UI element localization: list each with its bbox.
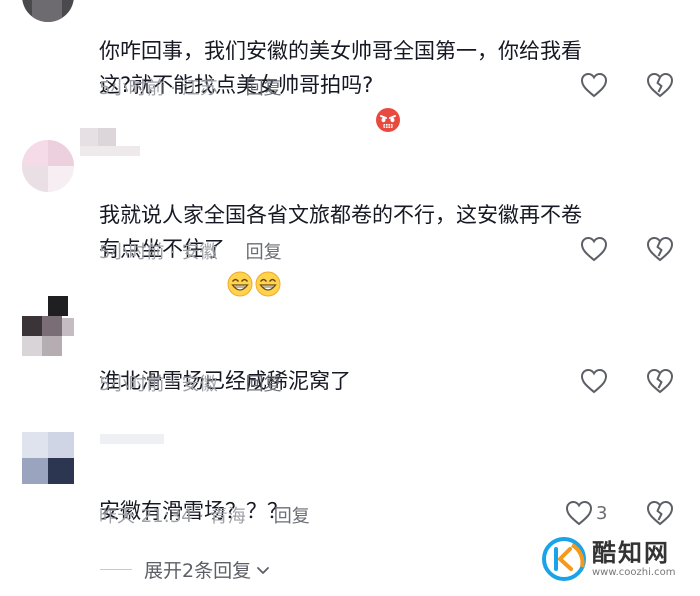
like-button[interactable]	[580, 70, 611, 100]
coozhi-logo-icon	[542, 537, 586, 581]
comment-meta: 5小时前 · 江苏 回复	[99, 74, 282, 100]
broken-heart-icon	[646, 236, 674, 262]
broken-heart-icon	[646, 368, 674, 394]
broken-heart-icon	[646, 500, 674, 526]
heart-icon	[580, 236, 608, 262]
expand-replies-button[interactable]: 展开2条回复	[100, 556, 273, 583]
dislike-button[interactable]	[645, 70, 675, 100]
heart-icon	[580, 72, 608, 98]
dislike-button[interactable]	[645, 234, 675, 264]
divider	[100, 569, 132, 570]
reply-button[interactable]: 回复	[246, 374, 282, 395]
comment-meta: 昨天 21:34 · 青海 回复	[99, 502, 310, 528]
heart-icon	[580, 368, 608, 394]
like-button[interactable]	[580, 366, 611, 396]
heart-icon	[565, 500, 593, 526]
comment-time-location: 5小时前 · 江苏	[99, 78, 218, 99]
dislike-button[interactable]	[645, 366, 675, 396]
reply-button[interactable]: 回复	[274, 506, 310, 527]
like-button[interactable]: 3	[565, 498, 607, 528]
watermark-url: www.coozhi.com	[592, 567, 676, 578]
comment-time-location: 5小时前 · 安徽	[99, 374, 218, 395]
like-count: 3	[596, 502, 608, 524]
chevron-down-icon	[257, 566, 269, 574]
reply-button[interactable]: 回复	[246, 78, 282, 99]
like-button[interactable]	[580, 234, 611, 264]
watermark-title: 酷知网	[592, 539, 670, 567]
reply-button[interactable]: 回复	[246, 242, 282, 263]
angry-face-icon	[375, 73, 401, 132]
comment-meta: 5小时前 · 安徽 回复	[99, 370, 282, 396]
watermark: 酷知网 www.coozhi.com	[542, 537, 675, 581]
avatar[interactable]	[22, 140, 74, 192]
avatar[interactable]	[22, 296, 74, 360]
broken-heart-icon	[646, 72, 674, 98]
avatar[interactable]	[22, 432, 74, 484]
comment-time-location: 5小时前 · 安徽	[99, 242, 218, 263]
avatar[interactable]	[22, 0, 74, 22]
expand-replies-label: 展开2条回复	[144, 560, 252, 582]
comment-time-location: 昨天 21:34 · 青海	[99, 506, 246, 527]
dislike-button[interactable]	[645, 498, 675, 528]
comment-meta: 5小时前 · 安徽 回复	[99, 238, 282, 264]
